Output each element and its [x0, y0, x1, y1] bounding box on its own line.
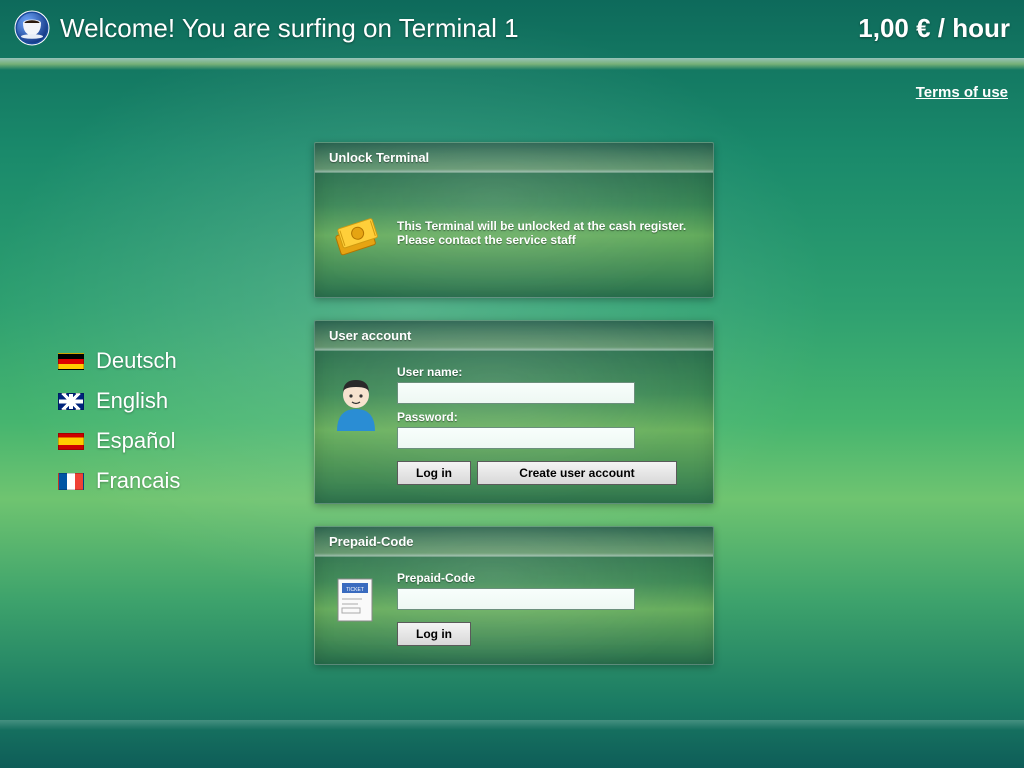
- decorative-bottom-band: [0, 720, 1024, 730]
- username-label: User name:: [397, 365, 699, 379]
- panel-title: Prepaid-Code: [315, 527, 713, 557]
- username-input[interactable]: [397, 382, 635, 404]
- password-label: Password:: [397, 410, 699, 424]
- flag-fr-icon: [58, 473, 84, 490]
- panels-container: Unlock Terminal This Terminal will be un…: [314, 142, 714, 665]
- language-option-francais[interactable]: Francais: [58, 468, 180, 494]
- unlock-terminal-panel: Unlock Terminal This Terminal will be un…: [314, 142, 714, 298]
- prepaid-code-panel: Prepaid-Code TICKET Prepaid-Code Log in: [314, 526, 714, 665]
- prepaid-code-label: Prepaid-Code: [397, 571, 699, 585]
- coffee-cup-icon: [14, 10, 50, 46]
- create-account-button[interactable]: Create user account: [477, 461, 677, 485]
- flag-en-icon: [58, 393, 84, 410]
- flag-de-icon: [58, 353, 84, 370]
- language-label: Francais: [96, 468, 180, 494]
- user-avatar-icon: [329, 365, 383, 435]
- password-input[interactable]: [397, 427, 635, 449]
- login-button[interactable]: Log in: [397, 461, 471, 485]
- tickets-icon: [329, 206, 383, 260]
- language-option-deutsch[interactable]: Deutsch: [58, 348, 180, 374]
- header-bar: Welcome! You are surfing on Terminal 1 1…: [0, 0, 1024, 56]
- prepaid-code-input[interactable]: [397, 588, 635, 610]
- price-label: 1,00 € / hour: [858, 13, 1010, 44]
- language-label: English: [96, 388, 168, 414]
- user-account-panel: User account User name: Password: Log: [314, 320, 714, 504]
- panel-title: Unlock Terminal: [315, 143, 713, 173]
- svg-text:TICKET: TICKET: [346, 587, 364, 593]
- prepaid-login-button[interactable]: Log in: [397, 622, 471, 646]
- terms-of-use-link[interactable]: Terms of use: [916, 84, 1008, 101]
- unlock-message-line2: Please contact the service staff: [397, 233, 576, 247]
- unlock-message-line1: This Terminal will be unlocked at the ca…: [397, 219, 686, 233]
- decorative-top-band: [0, 58, 1024, 70]
- language-list: Deutsch English Español Francais: [58, 348, 180, 494]
- ticket-receipt-icon: TICKET: [329, 571, 383, 625]
- language-label: Deutsch: [96, 348, 177, 374]
- language-label: Español: [96, 428, 176, 454]
- language-option-espanol[interactable]: Español: [58, 428, 180, 454]
- flag-es-icon: [58, 433, 84, 450]
- welcome-title: Welcome! You are surfing on Terminal 1: [60, 13, 519, 44]
- panel-title: User account: [315, 321, 713, 351]
- language-option-english[interactable]: English: [58, 388, 180, 414]
